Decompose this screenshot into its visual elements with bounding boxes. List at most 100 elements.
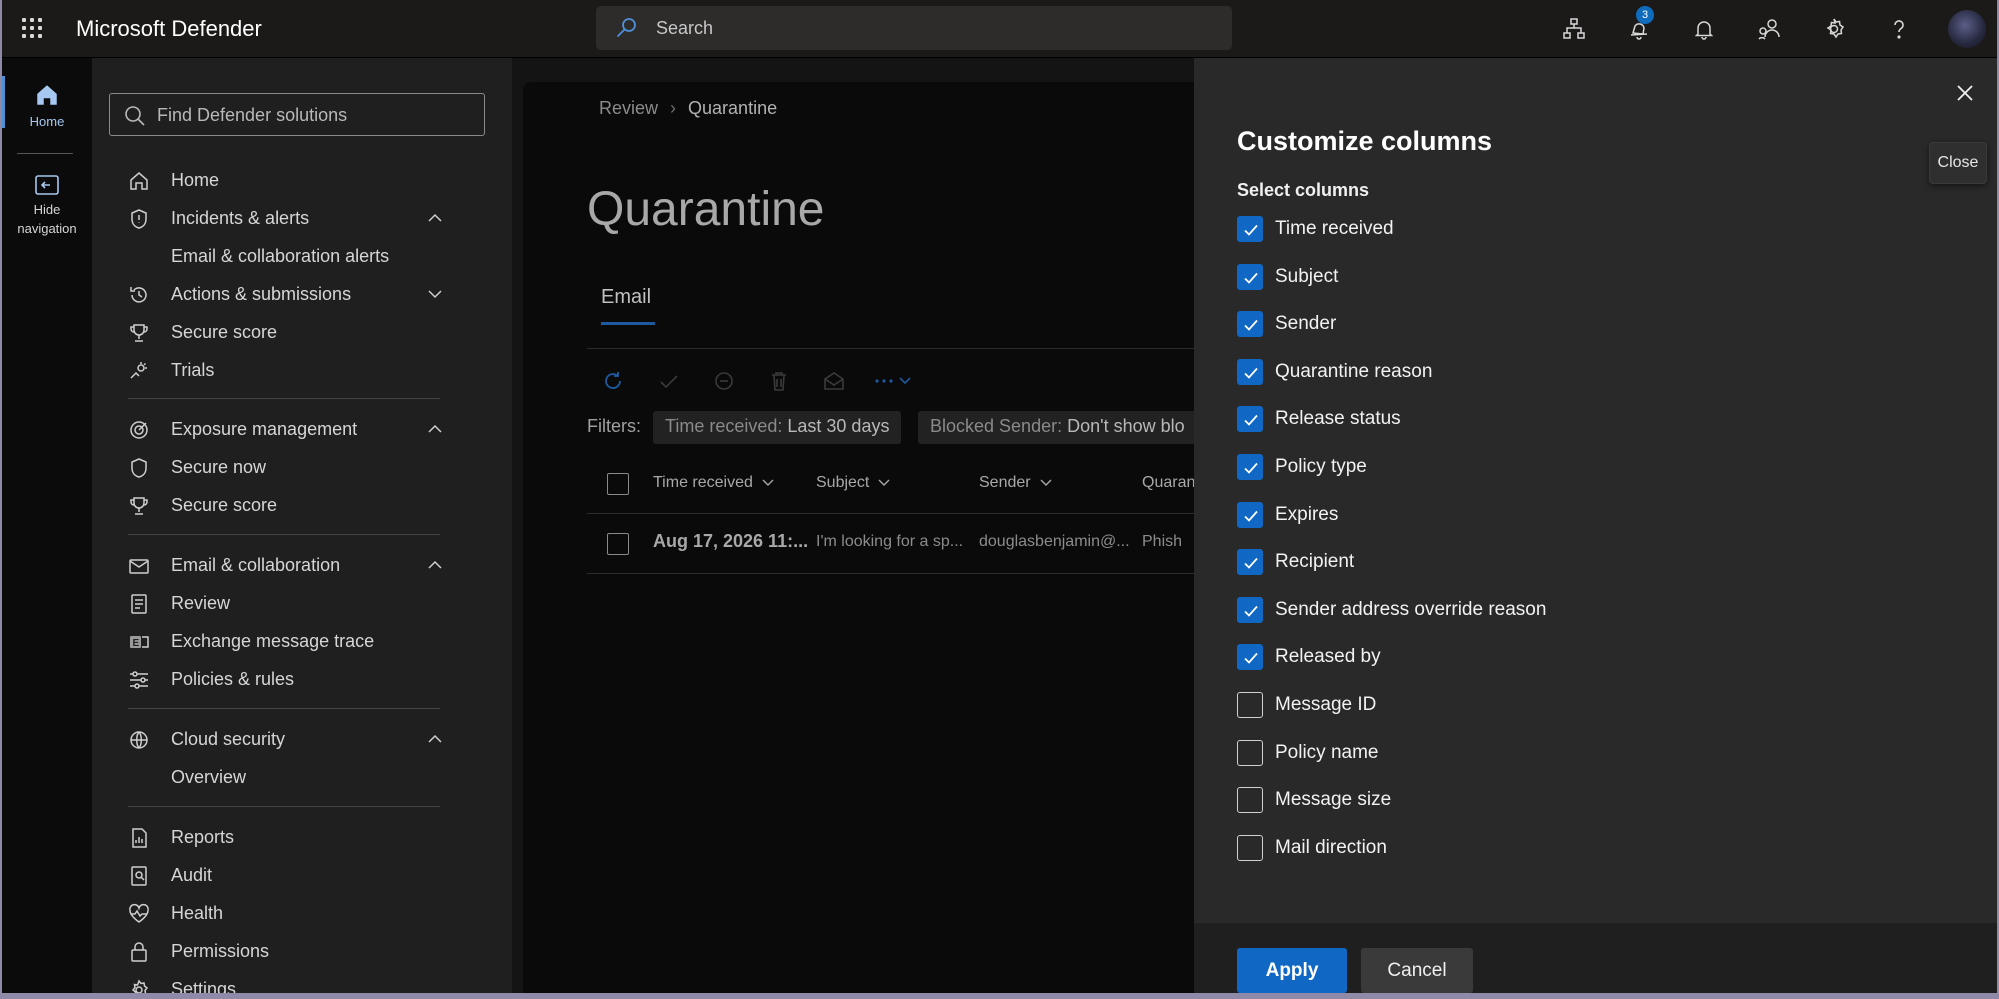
nav-item-email-collaboration-alerts[interactable]: Email & collaboration alerts [92,240,512,274]
nav-item-home[interactable]: Home [92,164,512,198]
cell-quarantine-reason[interactable]: Phish [1142,533,1182,551]
nav-label: Cloud security [171,729,286,749]
checkmark-icon [1244,462,1258,474]
app-launcher-icon[interactable] [20,16,44,40]
cancel-button[interactable]: Cancel [1361,948,1473,993]
gear-icon[interactable] [1817,12,1851,46]
bell-icon[interactable] [1687,12,1721,46]
more-actions-icon[interactable] [869,367,919,395]
org-chart-icon[interactable] [1557,12,1591,46]
checkbox[interactable] [1237,406,1263,432]
trophy-icon [130,324,148,342]
lock-icon [131,942,147,962]
nav-item-actions-submissions[interactable]: Actions & submissions [92,278,512,312]
nav-item-exchange-message-trace[interactable]: E Exchange message trace [92,625,512,659]
report-icon [132,828,147,848]
nav-item-reports[interactable]: Reports [92,821,512,855]
cell-sender[interactable]: douglasbenjamin@... [979,533,1130,551]
row-checkbox[interactable] [607,533,629,555]
checkbox[interactable] [1237,359,1263,385]
nav-item-secure-score[interactable]: Secure score [92,316,512,350]
column-header-subject[interactable]: Subject [816,474,891,492]
chevron-down-icon [878,479,890,486]
apply-button[interactable]: Apply [1237,948,1347,993]
checkbox[interactable] [1237,692,1263,718]
checkbox[interactable] [1237,597,1263,623]
find-solutions-placeholder: Find Defender solutions [157,105,348,125]
checkmark-icon [1244,367,1258,379]
checkmark-icon [1244,319,1258,331]
column-header-label: Quaran [1142,474,1196,491]
checkbox[interactable] [1237,644,1263,670]
hide-navigation-label-2: navigation [17,221,77,236]
app-title[interactable]: Microsoft Defender [76,16,262,42]
target-icon [130,421,148,439]
column-option-label: Time received [1275,218,1394,239]
nav-item-settings[interactable]: Settings [92,973,512,993]
cell-time-received[interactable]: Aug 17, 2026 11:... [653,531,808,552]
nav-item-cloud-security[interactable]: Cloud security [92,723,512,757]
avatar[interactable] [1948,10,1986,48]
nav-item-permissions[interactable]: Permissions [92,935,512,969]
svg-text:E: E [133,638,140,649]
nav-item-overview[interactable]: Overview [92,761,512,795]
checkbox[interactable] [1237,549,1263,575]
checkbox[interactable] [1237,311,1263,337]
checkbox[interactable] [1237,264,1263,290]
shield-icon [131,458,147,478]
breadcrumb: Review › Quarantine [599,98,777,119]
checkbox[interactable] [1237,216,1263,242]
global-search-input[interactable]: Search [596,6,1232,50]
community-icon[interactable] [1752,12,1786,46]
column-header-quarantine-reason[interactable]: Quaran [1142,474,1195,492]
column-header-sender[interactable]: Sender [979,474,1053,492]
hide-navigation-button[interactable]: Hide navigation [2,174,92,238]
cell-subject[interactable]: I'm looking for a sp... [816,533,963,551]
history-icon [130,287,147,303]
nav-item-exposure-management[interactable]: Exposure management [92,413,512,447]
checkmark-icon [1244,652,1258,664]
nav-item-incidents-alerts[interactable]: Incidents & alerts [92,202,512,236]
nav-label: Reports [171,827,235,847]
customize-columns-panel: Close Customize columns Select columns T… [1194,58,1997,993]
checkbox[interactable] [1237,835,1263,861]
block-icon[interactable] [710,367,738,395]
refresh-icon[interactable] [599,367,627,395]
trophy-icon [130,497,148,515]
nav-item-health[interactable]: Health [92,897,512,931]
close-button[interactable] [1950,78,1980,108]
find-solutions-input[interactable]: Find Defender solutions [109,93,485,136]
chevron-up-icon [428,560,442,569]
select-all-checkbox[interactable] [607,473,629,495]
nav-item-review[interactable]: Review [92,587,512,621]
nav-item-secure-now[interactable]: Secure now [92,451,512,485]
checkbox[interactable] [1237,787,1263,813]
delete-icon[interactable] [765,367,793,395]
column-header-time-received[interactable]: Time received [653,474,775,492]
column-option-label: Message ID [1275,694,1377,715]
sliders-icon [130,671,148,689]
checkbox[interactable] [1237,502,1263,528]
checkbox[interactable] [1237,740,1263,766]
release-check-icon[interactable] [655,367,683,395]
nav-item-policies-rules[interactable]: Policies & rules [92,663,512,697]
notifications-icon[interactable]: 3 [1622,6,1656,46]
nav-item-audit[interactable]: Audit [92,859,512,893]
column-option-label: Mail direction [1275,837,1387,858]
column-option-label: Released by [1275,646,1381,667]
checkbox[interactable] [1237,454,1263,480]
filter-blocked-sender[interactable]: Blocked Sender: Don't show blo [918,411,1197,444]
filter-name: Time received: [665,416,783,436]
rail-home-button[interactable]: Home [2,82,92,131]
breadcrumb-review-link[interactable]: Review [599,98,658,118]
filter-time-received[interactable]: Time received: Last 30 days [653,411,902,444]
page-title: Quarantine [587,183,825,236]
nav-item-email-collaboration[interactable]: Email & collaboration [92,549,512,583]
nav-item-trials[interactable]: Trials [92,354,512,388]
tab-email[interactable]: Email [601,286,651,309]
nav-item-secure-score-2[interactable]: Secure score [92,489,512,523]
preview-mail-icon[interactable] [820,367,848,395]
nav-label: Exchange message trace [171,631,375,651]
help-icon[interactable] [1882,12,1916,46]
nav-label: Home [171,170,220,190]
